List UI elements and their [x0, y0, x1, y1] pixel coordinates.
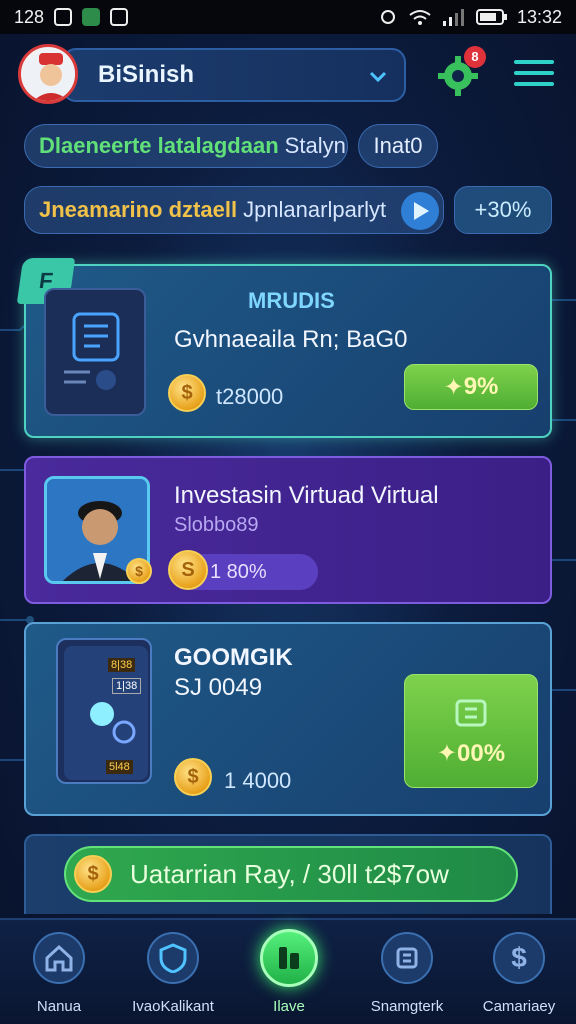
notification-badge: 8	[464, 46, 486, 68]
withdraw-card: $ Uatarrian Ray, / 30ll t2$7ow	[24, 834, 552, 914]
play-button[interactable]	[401, 192, 439, 230]
investment-card-1[interactable]: F MRUDIS Gvhnaeaila Rn; BaG0 $ t28000 ✦ 9…	[16, 258, 552, 438]
percent-chip[interactable]: +30%	[454, 186, 552, 234]
withdraw-button[interactable]: $ Uatarrian Ray, / 30ll t2$7ow	[64, 846, 518, 902]
card-value: 1 4000	[224, 768, 292, 793]
chevron-down-icon	[369, 71, 387, 83]
nav-item-shield[interactable]: IvaoKalikant	[118, 932, 228, 1015]
return-percent: 00%	[457, 739, 506, 767]
info-chip-1-highlight: Dlaeneerte latalagdaan	[39, 133, 279, 158]
vibrate-icon	[380, 10, 395, 24]
info-chip-2[interactable]: Inat0	[358, 124, 438, 168]
document-thumbnail	[44, 288, 146, 416]
nav-label: Snamgterk	[370, 998, 444, 1015]
promo-chip-highlight: Jneamarino dztaell	[39, 197, 238, 222]
coin-icon: $	[74, 855, 112, 893]
nav-label: Camariaey	[482, 998, 556, 1015]
nav-item-currency[interactable]: $ Camariaey	[464, 932, 574, 1015]
nav-item-home[interactable]: Nanua	[4, 932, 114, 1015]
card-subtitle: Slobbo89	[174, 514, 259, 536]
invest-icon	[260, 929, 318, 987]
thumb-label-2: 1|38	[112, 678, 142, 694]
promo-chip[interactable]: Jneamarino dztaell Jpnlanarlparlyt	[24, 186, 444, 234]
status-time-right: 13:32	[516, 6, 562, 27]
bottom-nav: Nanua IvaoKalikant Ilave Snamgterk $ Cam…	[0, 918, 576, 1024]
return-percent: 9%	[463, 373, 499, 400]
nav-label: Nanua	[36, 998, 82, 1015]
play-icon	[414, 202, 429, 220]
thumb-label-1: 8|38	[108, 658, 136, 672]
exchange-icon	[381, 932, 433, 984]
thumb-label-3: 5l48	[106, 760, 133, 774]
card-title: MRUDIS	[248, 288, 335, 313]
investment-card-3[interactable]: 8|38 1|38 5l48 GOOMGIK SJ 0049 $ 1 4000 …	[24, 622, 552, 816]
username: BiSinish	[98, 61, 195, 88]
signal-icon	[442, 9, 464, 26]
dollar-icon: $	[493, 932, 545, 984]
nav-item-exchange[interactable]: Snamgterk	[352, 932, 462, 1015]
info-chip-1[interactable]: Dlaeneerte latalagdaan Stalyn	[24, 124, 348, 168]
battery-icon	[475, 9, 507, 25]
card-value: 1 80%	[210, 560, 267, 583]
coin-badge-icon: $	[126, 558, 152, 584]
status-time-left: 128	[14, 6, 45, 27]
avatar[interactable]	[18, 44, 78, 104]
shield-icon	[147, 932, 199, 984]
account-selector[interactable]: BiSinish	[62, 48, 406, 102]
nav-item-invest[interactable]: Ilave	[234, 929, 344, 1015]
coin-icon: S	[168, 550, 208, 590]
card-title: GOOMGIK	[174, 644, 293, 671]
coin-icon: $	[168, 374, 206, 412]
nav-label: Ilave	[273, 998, 305, 1015]
phone-thumbnail: 8|38 1|38 5l48	[56, 638, 152, 784]
chip-icon	[455, 699, 487, 726]
status-bar: 128 13:32	[0, 0, 576, 34]
home-icon	[33, 932, 85, 984]
card-title: Investasin Virtuad Virtual	[174, 482, 439, 509]
app-notification-icon	[54, 8, 73, 26]
promo-chip-text: Jpnlanarlparlyt	[243, 197, 387, 222]
info-chip-1-text: Stalyn	[284, 133, 346, 158]
wifi-icon	[409, 10, 431, 25]
card-subtitle: SJ 0049	[174, 674, 263, 701]
return-button[interactable]: ✦ 9%	[404, 364, 538, 410]
sparkle-icon: ✦	[436, 739, 458, 767]
return-button[interactable]: ✦00%	[404, 674, 538, 788]
document-icon	[64, 312, 120, 390]
investment-card-2[interactable]: $ Investasin Virtuad Virtual Slobbo89 1 …	[24, 456, 552, 604]
card-subtitle: Gvhnaeaila Rn; BaG0	[174, 326, 408, 353]
nav-label: IvaoKalikant	[132, 998, 214, 1015]
message-notification-icon	[82, 8, 101, 26]
coin-icon: $	[174, 758, 212, 796]
media-notification-icon	[110, 8, 129, 26]
sparkle-icon: ✦	[443, 373, 464, 401]
card-value: t28000	[216, 384, 284, 409]
header: BiSinish 8	[18, 44, 558, 106]
withdraw-button-label: Uatarrian Ray, / 30ll t2$7ow	[130, 858, 449, 889]
menu-icon[interactable]	[514, 60, 554, 94]
